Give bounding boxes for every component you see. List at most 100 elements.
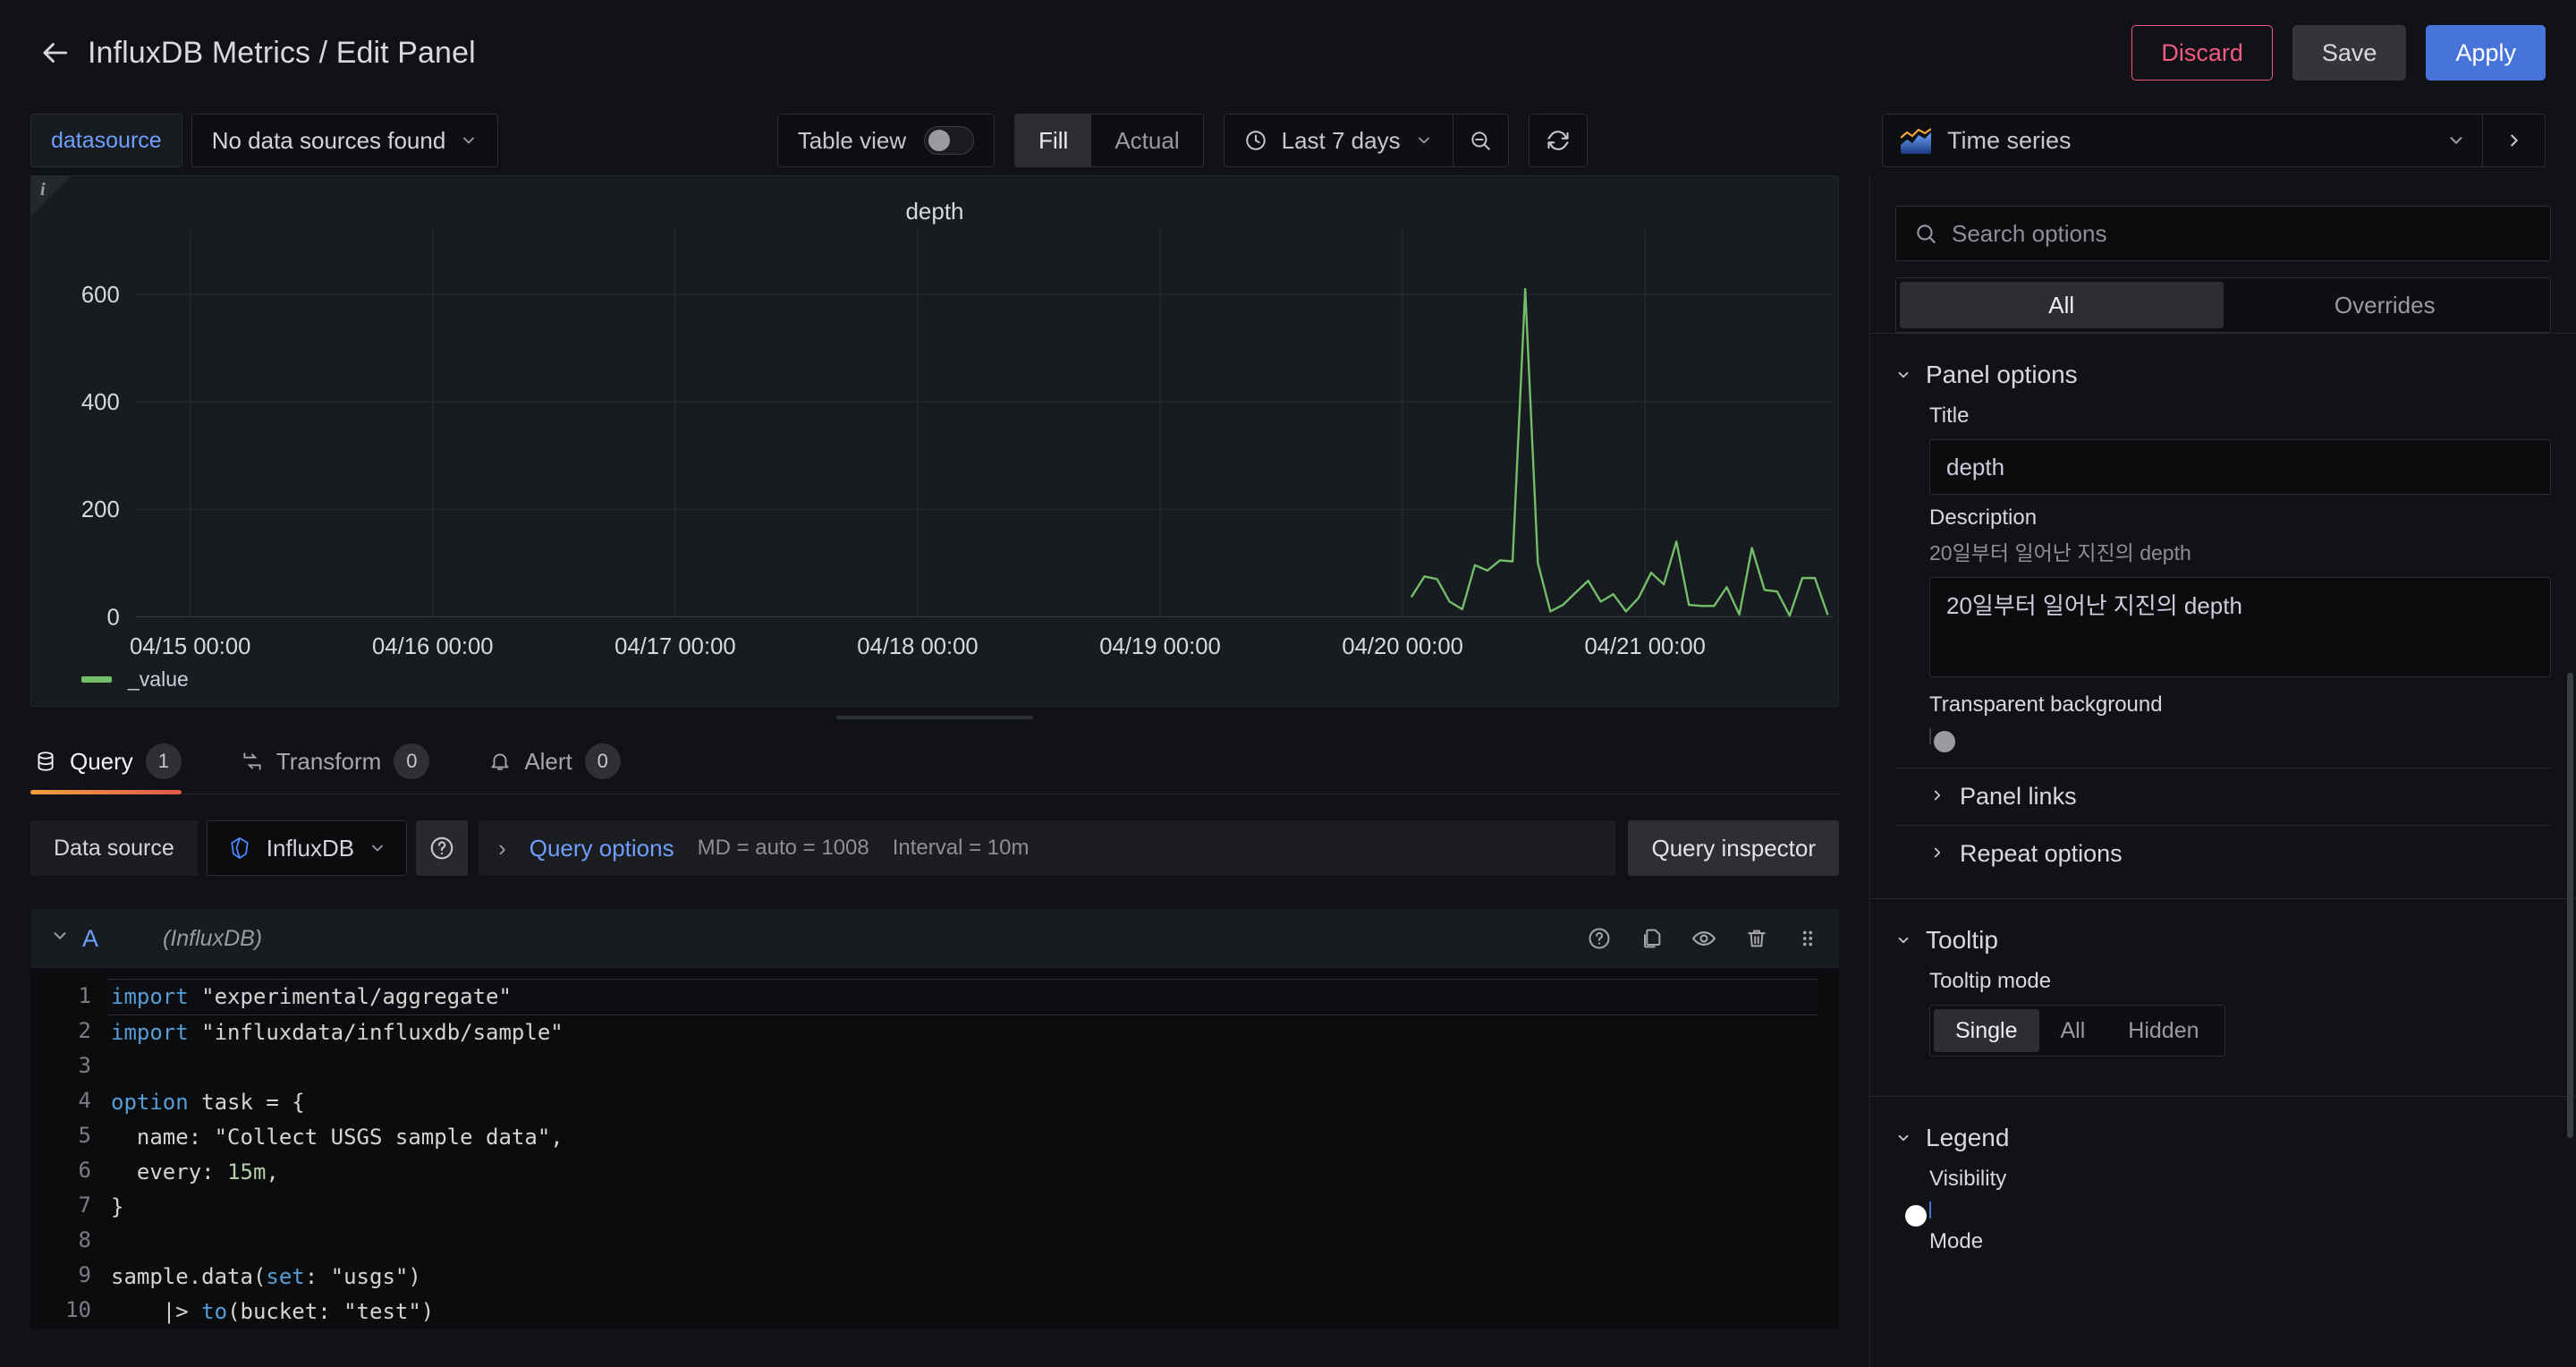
query-row-collapse-chevron[interactable]	[50, 926, 82, 952]
drag-query-handle-icon[interactable]	[1796, 927, 1819, 950]
options-scroll-region[interactable]: Panel options Title Description 20일부터 일어…	[1870, 333, 2576, 1367]
section-tooltip-header[interactable]: Tooltip	[1895, 921, 2551, 958]
tooltip-mode-hidden[interactable]: Hidden	[2106, 1009, 2220, 1052]
code-line[interactable]: |> to(bucket: "test")	[107, 1295, 1839, 1329]
chevron-down-icon	[1418, 137, 1429, 144]
datasource-label: Data source	[30, 820, 198, 876]
datasource-help-button[interactable]	[416, 820, 469, 876]
tooltip-mode-single[interactable]: Single	[1934, 1009, 2039, 1052]
save-button[interactable]: Save	[2292, 25, 2407, 81]
code-line-number: 8	[78, 1227, 91, 1252]
tab-query[interactable]: Query 1	[30, 743, 207, 794]
tab-transform-badge: 0	[394, 743, 430, 779]
bell-icon	[491, 753, 509, 770]
legend-visibility-switch[interactable]	[1905, 1201, 1931, 1227]
code-line[interactable]	[107, 1225, 1839, 1260]
duplicate-query-icon[interactable]	[1639, 926, 1664, 951]
panel-description-corner[interactable]	[31, 176, 71, 216]
row-panel-links[interactable]: Panel links	[1895, 768, 2551, 825]
options-tab-all[interactable]: All	[1900, 282, 2224, 328]
tab-query-badge: 1	[145, 743, 182, 779]
zoom-out-button[interactable]	[1452, 115, 1508, 166]
flux-code-editor[interactable]: 1 2 3 4 5 6 7 8 9 10 import "experimental/aggrega…	[30, 968, 1839, 1329]
options-search-box[interactable]	[1895, 206, 2551, 261]
code-line[interactable]: name: "Collect USGS sample data",	[107, 1120, 1839, 1155]
left-column: i depth 0 200 400 600 04/15 00:00 04/16 00:0…	[0, 175, 1869, 1367]
section-panel-options-header[interactable]: Panel options	[1895, 355, 2551, 393]
hide-query-icon[interactable]	[1690, 925, 1717, 952]
code-line[interactable]: import "experimental/aggregate"	[107, 979, 1818, 1015]
query-row-actions	[1587, 925, 1819, 952]
x-axis-tick-label: 04/20 00:00	[1342, 634, 1463, 659]
visualization-picker: Time series	[1882, 114, 2546, 167]
duplicate-icon	[1644, 929, 1661, 948]
code-line[interactable]: option task = {	[107, 1085, 1839, 1120]
chart-legend[interactable]: _value	[81, 667, 189, 692]
panel-options-spacer	[1895, 744, 2551, 768]
info-icon[interactable]: i	[40, 180, 46, 200]
database-icon	[38, 751, 54, 771]
code-line-numbers: 1 2 3 4 5 6 7 8 9 10	[30, 968, 107, 1329]
query-options-chevron[interactable]: ›	[498, 835, 506, 862]
query-inspector-button[interactable]: Query inspector	[1628, 820, 1839, 876]
graph-panel: i depth 0 200 400 600 04/15 00:00 04/16 00:0…	[30, 175, 1839, 707]
query-help-icon[interactable]	[1587, 926, 1612, 951]
datasource-variable-value: No data sources found	[211, 126, 446, 154]
panel-title-input[interactable]	[1929, 439, 2551, 495]
code-content[interactable]: import "experimental/aggregate" import "i…	[107, 968, 1839, 1329]
code-line[interactable]: import "influxdata/influxdb/sample"	[107, 1015, 1839, 1050]
edit-panel-app: InfluxDB Metrics / Edit Panel Discard Sa…	[0, 0, 2576, 1367]
panel-description-textarea[interactable]: 20일부터 일어난 지진의 depth	[1929, 577, 2551, 677]
discard-button[interactable]: Discard	[2131, 25, 2273, 81]
tab-alert[interactable]: Alert 0	[485, 743, 645, 794]
table-view-switch[interactable]	[924, 126, 975, 155]
back-arrow-icon[interactable]	[30, 29, 79, 77]
code-line-number: 3	[78, 1053, 91, 1078]
resize-grip	[836, 716, 1033, 719]
legend-color-swatch	[81, 676, 112, 683]
panel-description-help: 20일부터 일어난 지진의 depth	[1929, 541, 2191, 565]
collapse-options-button[interactable]	[2482, 115, 2545, 166]
transform-icon	[243, 752, 261, 770]
tab-transform[interactable]: Transform 0	[237, 743, 455, 794]
page-title: InfluxDB Metrics / Edit Panel	[88, 35, 476, 70]
code-line-number: 6	[78, 1158, 91, 1183]
row-repeat-options[interactable]: Repeat options	[1895, 825, 2551, 882]
table-view-toggle[interactable]: Table view	[776, 114, 996, 167]
options-scrollbar[interactable]	[2567, 673, 2573, 1138]
x-axis-tick-label: 04/21 00:00	[1584, 634, 1706, 659]
top-header-bar: InfluxDB Metrics / Edit Panel Discard Sa…	[0, 0, 2576, 106]
search-options-input[interactable]	[1952, 219, 2532, 248]
visualization-chevron[interactable]	[2446, 115, 2482, 166]
code-line[interactable]: sample.data(set: "usgs")	[107, 1260, 1839, 1295]
visualization-select[interactable]: Time series	[1883, 115, 2446, 166]
actual-option[interactable]: Actual	[1091, 115, 1202, 166]
tooltip-mode-all[interactable]: All	[2039, 1009, 2107, 1052]
query-row-header: A (InfluxDB)	[30, 909, 1839, 968]
panel-title: depth	[905, 198, 964, 225]
transparent-background-switch[interactable]	[1929, 727, 1955, 752]
chart-x-axis-labels: 04/15 00:00 04/16 00:00 04/17 00:00 04/18 0…	[130, 634, 1706, 659]
tab-transform-label: Transform	[275, 747, 382, 775]
chart-area[interactable]: 0 200 400 600 04/15 00:00 04/16 00:00 04/17 0…	[31, 225, 1838, 706]
datasource-picker[interactable]: InfluxDB	[206, 820, 408, 876]
refresh-icon	[1547, 131, 1569, 150]
query-options-toggle[interactable]: Query options	[530, 835, 674, 862]
chevron-down-icon	[1895, 1129, 1911, 1147]
panel-resize-handle[interactable]	[30, 707, 1839, 728]
remove-query-icon[interactable]	[1744, 926, 1769, 951]
section-tooltip-title: Tooltip	[1926, 926, 1998, 954]
code-line[interactable]: }	[107, 1190, 1839, 1225]
chevron-down-icon	[463, 137, 475, 144]
refresh-button[interactable]	[1528, 114, 1588, 167]
datasource-variable-select[interactable]: No data sources found	[191, 114, 499, 167]
code-line[interactable]	[107, 1050, 1839, 1085]
options-tab-overrides[interactable]: Overrides	[2224, 282, 2547, 328]
query-ref-id[interactable]: A	[82, 925, 163, 953]
section-legend-header[interactable]: Legend	[1895, 1118, 2551, 1156]
apply-button[interactable]: Apply	[2426, 25, 2546, 81]
time-range-button[interactable]: Last 7 days	[1224, 115, 1453, 166]
fill-option[interactable]: Fill	[1015, 115, 1092, 166]
code-line[interactable]: every: 15m,	[107, 1155, 1839, 1190]
fill-actual-segment: Fill Actual	[1014, 114, 1204, 167]
